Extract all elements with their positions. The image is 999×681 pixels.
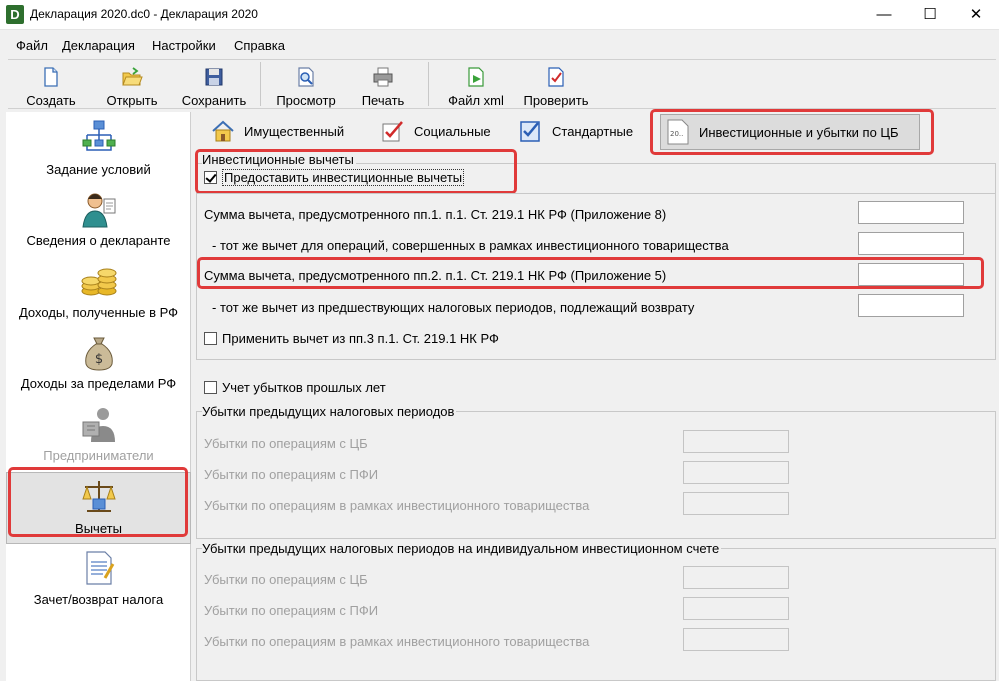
sidebar: Задание условий Сведения о декларанте До… (6, 112, 191, 681)
sidebar-item-tax-refund[interactable]: Зачет/возврат налога (6, 544, 191, 616)
sidebar-item-conditions[interactable]: Задание условий (6, 114, 191, 186)
minimize-button[interactable]: — (861, 0, 907, 30)
sidebar-item-label: Сведения о декларанте (26, 233, 171, 248)
check-document-icon (548, 67, 564, 87)
menu-settings[interactable]: Настройки (152, 38, 216, 53)
losses-securities-input[interactable] (683, 430, 789, 453)
toolbar-preview-button[interactable]: Просмотр (266, 62, 346, 108)
menu-file[interactable]: Файл (16, 38, 48, 53)
toolbar-print-button[interactable]: Печать (350, 62, 416, 108)
iis-losses-partnership-input[interactable] (683, 628, 789, 651)
iis-losses-derivatives-input[interactable] (683, 597, 789, 620)
toolbar: Создать Открыть Сохранить Просмотр Печат… (8, 59, 996, 109)
losses-checkbox[interactable] (204, 381, 217, 394)
tab-social[interactable]: Социальные (380, 114, 505, 150)
toolbar-label: Создать (26, 93, 76, 108)
losses-derivatives-input[interactable] (683, 461, 789, 484)
sidebar-item-label: Доходы, полученные в РФ (18, 305, 179, 320)
tab-label: Социальные (414, 124, 491, 139)
tab-property[interactable]: Имущественный (210, 114, 360, 150)
deduction-pp1-input[interactable] (858, 201, 964, 224)
deduction-pp1-label: Сумма вычета, предусмотренного пп.1. п.1… (204, 207, 667, 222)
iis-losses-securities-input[interactable] (683, 566, 789, 589)
highlight-deduction-pp2 (197, 257, 984, 289)
deduction-pp1-partnership-input[interactable] (858, 232, 964, 255)
deduction-pp2-previous-label: - тот же вычет из предшествующих налогов… (212, 300, 695, 315)
preview-icon (298, 67, 314, 87)
toolbar-open-button[interactable]: Открыть (96, 62, 168, 108)
save-disk-icon (205, 68, 223, 86)
standard-check-icon (520, 121, 540, 142)
maximize-button[interactable]: ☐ (907, 0, 953, 30)
printer-icon (373, 67, 393, 87)
app-icon: D (6, 5, 24, 24)
sidebar-item-declarant[interactable]: Сведения о декларанте (6, 185, 191, 257)
invest-divider (196, 193, 996, 194)
losses-checkbox-label[interactable]: Учет убытков прошлых лет (222, 380, 386, 395)
tab-standard[interactable]: Стандартные (518, 114, 648, 150)
conditions-tree-icon (82, 120, 115, 151)
svg-text:$: $ (94, 352, 102, 367)
menu-help[interactable]: Справка (234, 38, 285, 53)
toolbar-label: Проверить (523, 93, 589, 108)
apply-pp3-label[interactable]: Применить вычет из пп.3 п.1. Ст. 219.1 Н… (222, 331, 499, 346)
social-check-icon (382, 121, 403, 142)
tax-document-icon (85, 551, 114, 585)
iis-losses-derivatives-label: Убытки по операциям с ПФИ (204, 603, 379, 618)
sidebar-item-label: Зачет/возврат налога (33, 592, 164, 607)
sidebar-item-label: Предприниматели (43, 448, 154, 463)
close-button[interactable]: ✕ (953, 0, 999, 30)
coins-icon (81, 268, 116, 296)
entrepreneur-icon (82, 408, 115, 442)
menu-declaration[interactable]: Декларация (62, 38, 135, 53)
losses-group-legend: Убытки предыдущих налоговых периодов (202, 404, 457, 419)
toolbar-label: Файл xml (448, 93, 504, 108)
sidebar-item-entrepreneurs: Предприниматели (6, 400, 191, 472)
highlight-tab-investment (650, 109, 934, 155)
sidebar-item-income-abroad[interactable]: $ Доходы за пределами РФ (6, 328, 191, 400)
losses-securities-label: Убытки по операциям с ЦБ (204, 436, 368, 451)
highlight-provide-invest (195, 149, 517, 194)
money-bag-icon: $ (84, 337, 113, 371)
title-bar: D Декларация 2020.dc0 - Декларация 2020 … (0, 0, 999, 30)
toolbar-xml-button[interactable]: Файл xml (436, 62, 516, 108)
toolbar-label: Сохранить (181, 93, 247, 108)
toolbar-separator (428, 62, 429, 106)
toolbar-save-button[interactable]: Сохранить (174, 62, 254, 108)
sidebar-item-label: Доходы за пределами РФ (20, 376, 177, 391)
losses-derivatives-label: Убытки по операциям с ПФИ (204, 467, 379, 482)
window-title: Декларация 2020.dc0 - Декларация 2020 (30, 7, 258, 21)
losses-partnership-input[interactable] (683, 492, 789, 515)
iis-losses-partnership-label: Убытки по операциям в рамках инвестицион… (204, 634, 590, 649)
tab-label: Имущественный (244, 124, 345, 139)
apply-pp3-checkbox[interactable] (204, 332, 217, 345)
highlight-sidebar-deductions (8, 467, 188, 537)
new-file-icon (44, 67, 58, 87)
declarant-person-icon (81, 193, 115, 228)
toolbar-label: Просмотр (276, 93, 336, 108)
sidebar-item-label: Задание условий (46, 162, 151, 177)
xml-file-icon (468, 67, 484, 87)
deduction-pp1-partnership-label: - тот же вычет для операций, совершенных… (212, 238, 729, 253)
toolbar-label: Печать (361, 93, 405, 108)
losses-partnership-label: Убытки по операциям в рамках инвестицион… (204, 498, 590, 513)
sidebar-item-income-rf[interactable]: Доходы, полученные в РФ (6, 257, 191, 329)
toolbar-label: Открыть (106, 93, 158, 108)
menu-bar: Файл Декларация Настройки Справка (0, 35, 999, 57)
toolbar-check-button[interactable]: Проверить (516, 62, 596, 108)
iis-losses-securities-label: Убытки по операциям с ЦБ (204, 572, 368, 587)
open-folder-icon (122, 67, 143, 86)
deduction-pp2-previous-input[interactable] (858, 294, 964, 317)
tab-label: Стандартные (552, 124, 634, 139)
toolbar-separator (260, 62, 261, 106)
iis-losses-group-legend: Убытки предыдущих налоговых периодов на … (202, 541, 722, 556)
house-icon (212, 120, 234, 142)
toolbar-create-button[interactable]: Создать (16, 62, 86, 108)
